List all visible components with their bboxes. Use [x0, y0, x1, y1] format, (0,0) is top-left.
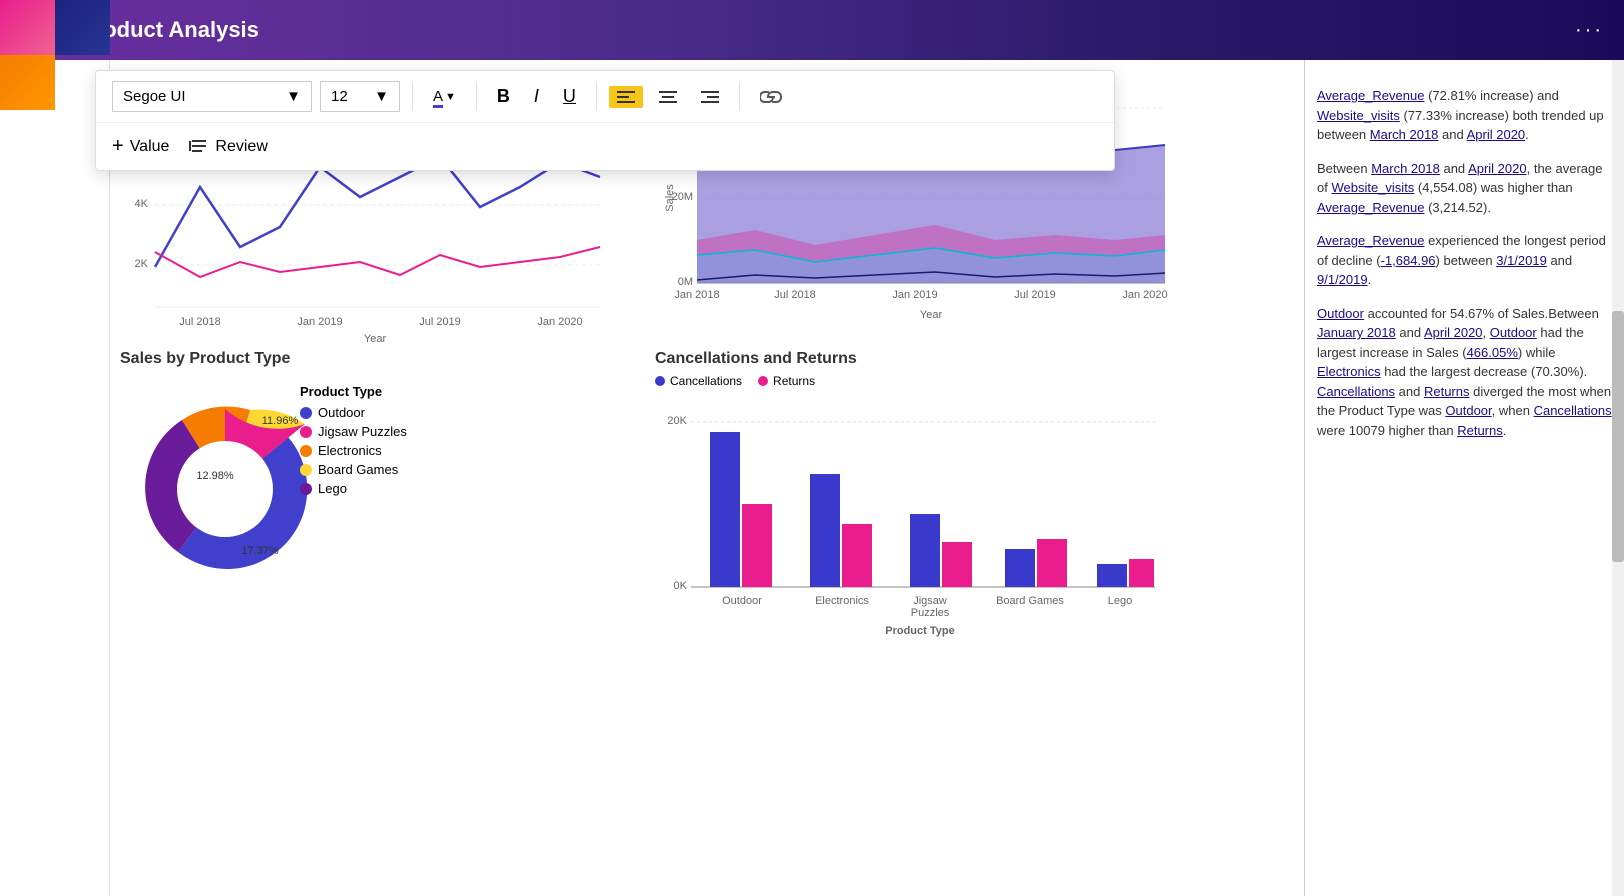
legend-cancellations: Cancellations — [655, 374, 742, 388]
svg-text:Outdoor: Outdoor — [722, 595, 762, 607]
svg-text:Year: Year — [920, 309, 943, 321]
legend-electronics: Electronics — [300, 443, 407, 458]
svg-text:Jan 2018: Jan 2018 — [674, 289, 719, 301]
svg-text:Product Type: Product Type — [885, 625, 954, 637]
font-color-button[interactable]: A ▼ — [425, 84, 464, 109]
svg-text:Electronics: Electronics — [815, 595, 869, 607]
sales-product-container: Sales by Product Type 54.67% 1 — [120, 350, 640, 660]
product-type-legend-title: Product Type — [300, 384, 407, 399]
svg-text:Jul 2019: Jul 2019 — [419, 316, 461, 328]
insight-panel: Average_Revenue (72.81% increase) and We… — [1304, 60, 1624, 896]
link-icon — [760, 90, 782, 104]
donut-chart-svg: 54.67% 17.37% 12.98% 11.96% — [120, 374, 330, 604]
svg-text:Jigsaw: Jigsaw — [913, 595, 947, 607]
cancellations-container: Cancellations and Returns Cancellations … — [655, 350, 1185, 660]
svg-text:Board Games: Board Games — [996, 595, 1064, 607]
toolbar-row-actions: + Value Review — [96, 123, 1114, 170]
align-center-icon — [659, 90, 677, 104]
underline-button[interactable]: U — [555, 82, 584, 111]
link-button[interactable] — [752, 86, 790, 108]
legend-jigsaw: Jigsaw Puzzles — [300, 424, 407, 439]
bold-button[interactable]: B — [489, 82, 518, 111]
align-center-button[interactable] — [651, 86, 685, 108]
svg-text:Year: Year — [364, 333, 387, 345]
legend-board-games: Board Games — [300, 462, 407, 477]
toolbar-popup: Segoe UI ▼ 12 ▼ A ▼ B I U — [95, 70, 1115, 171]
cancellations-legend: Cancellations Returns — [655, 374, 1185, 388]
review-button[interactable]: Review — [189, 138, 267, 156]
svg-text:Jul 2018: Jul 2018 — [179, 316, 221, 328]
sales-product-inner: 54.67% 17.37% 12.98% 11.96% Product Type… — [120, 374, 640, 604]
svg-text:Jan 2020: Jan 2020 — [537, 316, 582, 328]
align-left-icon — [617, 90, 635, 104]
separator — [596, 83, 597, 111]
italic-button[interactable]: I — [526, 82, 547, 111]
separator — [412, 83, 413, 111]
separator — [476, 83, 477, 111]
svg-text:Lego: Lego — [1108, 595, 1132, 607]
scrollbar-track[interactable] — [1612, 60, 1624, 896]
svg-text:Jul 2019: Jul 2019 — [1014, 289, 1056, 301]
svg-text:12.98%: 12.98% — [196, 470, 234, 482]
header-menu-dots[interactable]: ··· — [1575, 19, 1604, 42]
svg-text:11.96%: 11.96% — [262, 415, 299, 427]
align-left-button[interactable] — [609, 86, 643, 108]
logo-navy — [55, 0, 110, 55]
svg-text:Jan 2019: Jan 2019 — [297, 316, 342, 328]
toolbar-row-formatting: Segoe UI ▼ 12 ▼ A ▼ B I U — [96, 71, 1114, 123]
font-size-select[interactable]: 12 ▼ — [320, 81, 400, 112]
legend-lego: Lego — [300, 481, 407, 496]
header: Product Analysis ··· — [0, 0, 1624, 60]
legend-outdoor: Outdoor — [300, 405, 407, 420]
svg-text:Jul 2018: Jul 2018 — [774, 289, 816, 301]
sidebar-left — [0, 60, 110, 896]
product-legend: Product Type Outdoor Jigsaw Puzzles Elec… — [300, 384, 407, 500]
insight-paragraph-2: Between March 2018 and April 2020, the a… — [1317, 159, 1612, 218]
svg-text:2K: 2K — [135, 258, 149, 270]
sales-product-title: Sales by Product Type — [120, 350, 640, 368]
add-value-button[interactable]: + Value — [112, 135, 169, 158]
svg-text:Jan 2020: Jan 2020 — [1122, 289, 1167, 301]
svg-text:17.37%: 17.37% — [241, 545, 279, 557]
logo-orange — [0, 55, 55, 110]
insight-paragraph-4: Outdoor accounted for 54.67% of Sales.Be… — [1317, 304, 1612, 441]
insight-paragraph-1: Average_Revenue (72.81% increase) and We… — [1317, 86, 1612, 145]
legend-returns: Returns — [758, 374, 815, 388]
svg-text:Sales: Sales — [664, 184, 676, 212]
svg-text:Puzzles: Puzzles — [911, 607, 950, 619]
cancellations-bar-svg: 20K 0K Outdoor Electronics Jigsaw — [655, 394, 1165, 644]
review-icon — [189, 138, 209, 156]
svg-text:20K: 20K — [667, 415, 687, 427]
main-content: Website Website v... 6K 4K 2K Jul 2018 J… — [110, 60, 1624, 896]
separator — [739, 83, 740, 111]
svg-text:Jan 2019: Jan 2019 — [892, 289, 937, 301]
scrollbar-thumb[interactable] — [1612, 311, 1624, 562]
align-right-icon — [701, 90, 719, 104]
svg-text:0M: 0M — [678, 276, 693, 288]
insight-paragraph-3: Average_Revenue experienced the longest … — [1317, 231, 1612, 290]
font-family-select[interactable]: Segoe UI ▼ — [112, 81, 312, 112]
align-right-button[interactable] — [693, 86, 727, 108]
cancellations-title: Cancellations and Returns — [655, 350, 1185, 368]
svg-text:0K: 0K — [674, 580, 688, 592]
logo-pink — [0, 0, 55, 55]
svg-text:4K: 4K — [135, 198, 149, 210]
